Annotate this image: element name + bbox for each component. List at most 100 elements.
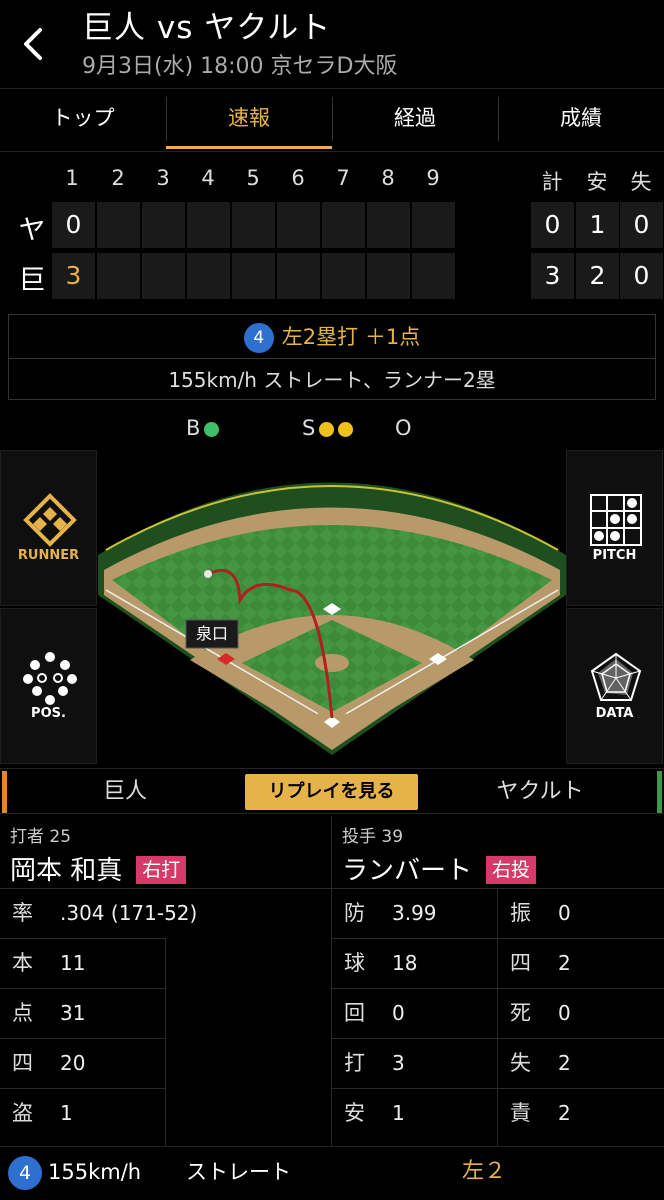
home-team-color-bar: [2, 771, 7, 813]
stat-key: 防: [344, 901, 365, 925]
tab-progress[interactable]: 経過: [332, 89, 498, 151]
game-info: 9月3日(水) 18:00 京セラD大阪: [82, 54, 398, 79]
totals-header-runs: 計: [541, 170, 563, 194]
score-cell: [277, 253, 320, 299]
pitch-button[interactable]: PITCH: [566, 450, 663, 606]
inning-header: 5: [246, 166, 260, 190]
stat-value: 18: [392, 951, 418, 975]
batter-hand-badge: 右打: [136, 856, 187, 884]
stat-value: 2: [558, 1101, 571, 1125]
inning-header: 6: [291, 166, 305, 190]
total-runs: 3: [531, 253, 574, 299]
page-title: 巨人 vs ヤクルト: [82, 10, 332, 46]
inning-header: 2: [111, 166, 125, 190]
data-button-label: DATA: [595, 706, 634, 721]
stat-value: 2: [558, 951, 571, 975]
pitcher-stat-row: 防 3.99: [332, 888, 497, 936]
inning-header: 8: [381, 166, 395, 190]
tab-stats[interactable]: 成績: [498, 89, 664, 151]
team-label-home: 巨: [18, 265, 46, 296]
tab-bar: トップ 速報 経過 成績: [0, 88, 664, 152]
out-label: O: [395, 416, 412, 440]
stat-value: 0: [558, 1001, 571, 1025]
radar-chart-icon: [590, 652, 642, 701]
runner-name-label: 泉口: [195, 624, 228, 643]
play-result-line: 4 左2塁打 ＋1点: [9, 315, 655, 359]
stat-key: 率: [12, 901, 33, 925]
stat-value: 3: [392, 1051, 405, 1075]
ball-count: B: [186, 416, 220, 440]
back-icon[interactable]: [14, 22, 54, 66]
header: 巨人 vs ヤクルト 9月3日(水) 18:00 京セラD大阪: [0, 0, 664, 88]
inning-header: 7: [336, 166, 350, 190]
pitch-number-badge: 4: [8, 1156, 42, 1190]
stat-key: 回: [344, 1001, 365, 1025]
batter-name[interactable]: 岡本 和真: [10, 856, 122, 886]
inning-header: 4: [201, 166, 215, 190]
strike-indicator-icon: [319, 421, 335, 437]
stat-key: 四: [12, 1051, 33, 1075]
strike-count: S: [302, 416, 354, 440]
inning-header: 1: [65, 166, 79, 190]
score-cell: [187, 253, 230, 299]
pitcher-role: 投手 39: [342, 827, 404, 847]
pitch-log-row[interactable]: 4 155km/h ストレート 左２: [0, 1146, 664, 1200]
team-label-away: ヤ: [18, 215, 46, 246]
pitcher-name[interactable]: ランバート: [342, 856, 472, 886]
positions-button-label: POS.: [31, 706, 66, 721]
stat-key: 失: [510, 1051, 531, 1075]
stat-value: 2: [558, 1051, 571, 1075]
pitch-grid-icon: [590, 494, 642, 546]
stat-value: 11: [60, 951, 86, 975]
tab-top[interactable]: トップ: [0, 89, 166, 151]
score-cell: [97, 253, 140, 299]
score-cell: [232, 253, 275, 299]
pitcher-stat-row: 球 18: [332, 938, 497, 986]
inning-header: 9: [426, 166, 440, 190]
score-cell: [187, 202, 230, 248]
score-cell: [412, 202, 455, 248]
stat-key: 点: [12, 1001, 33, 1025]
stat-key: 盗: [12, 1101, 33, 1125]
pitch-type: ストレート: [186, 1160, 291, 1184]
ball-indicator-icon: [204, 421, 220, 437]
score-cell: [97, 202, 140, 248]
score-cell: [322, 253, 365, 299]
inning-header: 3: [156, 166, 170, 190]
total-runs: 0: [531, 202, 574, 248]
away-team-toggle[interactable]: ヤクルト: [470, 769, 610, 815]
stat-key: 責: [510, 1101, 531, 1125]
batter-role: 打者 25: [10, 827, 72, 847]
home-team-toggle[interactable]: 巨人: [70, 769, 180, 815]
score-cell: [412, 253, 455, 299]
runner-button[interactable]: RUNNER: [0, 450, 97, 606]
total-errors: 0: [620, 202, 663, 248]
batter-stat-row: 盗1: [0, 1088, 165, 1136]
stat-key: 四: [510, 951, 531, 975]
baseball-field: [98, 482, 566, 755]
stat-value: 1: [392, 1101, 405, 1125]
totals-header-hits: 安: [586, 170, 608, 194]
batter-stat-row: 率 .304 (171-52): [0, 888, 331, 936]
score-cell: 3: [52, 253, 95, 299]
strike-indicator-icon: [338, 421, 354, 437]
total-hits: 2: [576, 253, 619, 299]
score-cell: [277, 202, 320, 248]
play-result: 左2塁打 ＋1点: [281, 325, 421, 349]
tab-live[interactable]: 速報: [166, 89, 332, 151]
pitcher-hand-badge: 右投: [486, 856, 537, 884]
pitcher-stat-row: 責2: [498, 1088, 664, 1136]
score-cell: [142, 202, 185, 248]
total-errors: 0: [620, 253, 663, 299]
data-button[interactable]: DATA: [566, 608, 663, 764]
player-stats: 打者 25 岡本 和真 右打 投手 39 ランバート 右投 率 .304 (171-5…: [0, 816, 664, 1146]
pitch-button-label: PITCH: [592, 548, 637, 563]
ball-landing-icon: [204, 570, 212, 578]
stat-value: .304 (171-52): [60, 901, 198, 925]
stat-key: 死: [510, 1001, 531, 1025]
replay-button[interactable]: リプレイを見る: [245, 774, 418, 810]
score-cell: [142, 253, 185, 299]
batter-stat-row: 本 11: [0, 938, 165, 986]
positions-button[interactable]: POS.: [0, 608, 97, 764]
score-cell: [367, 253, 410, 299]
